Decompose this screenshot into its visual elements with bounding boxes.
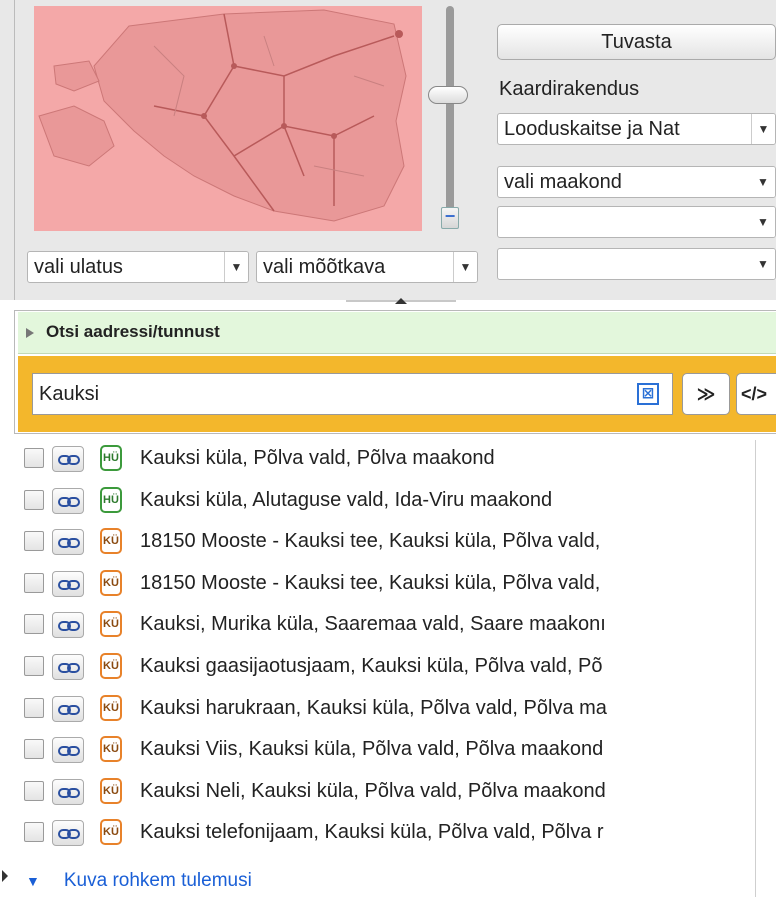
link-icon bbox=[58, 787, 80, 798]
link-button[interactable] bbox=[52, 487, 84, 514]
list-item[interactable]: KÜ 18150 Mooste - Kauksi tee, Kauksi küla… bbox=[18, 525, 758, 563]
result-text[interactable]: Kauksi küla, Põlva vald, Põlva maakond bbox=[140, 447, 495, 470]
feature-type-badge: KÜ bbox=[100, 777, 122, 804]
zoom-slider-track[interactable] bbox=[446, 6, 454, 214]
link-button[interactable] bbox=[52, 529, 84, 556]
result-text[interactable]: 18150 Mooste - Kauksi tee, Kauksi küla, … bbox=[140, 572, 600, 595]
result-text[interactable]: Kauksi Neli, Kauksi küla, Põlva vald, Põ… bbox=[140, 780, 606, 803]
show-more-results-link[interactable]: ▼ Kuva rohkem tulemusi bbox=[26, 870, 252, 892]
chevron-down-icon: ▼ bbox=[751, 167, 775, 197]
zoom-out-button[interactable]: − bbox=[441, 207, 459, 229]
feature-type-badge: KÜ bbox=[100, 611, 122, 638]
result-checkbox[interactable] bbox=[24, 572, 44, 593]
link-button[interactable] bbox=[52, 612, 84, 639]
triangle-down-icon: ▼ bbox=[26, 873, 40, 889]
link-button[interactable] bbox=[52, 737, 84, 764]
feature-type-badge: KÜ bbox=[100, 819, 122, 846]
extra-select-1[interactable]: ▼ bbox=[497, 206, 776, 238]
link-button[interactable] bbox=[52, 778, 84, 805]
chevron-down-icon: ▼ bbox=[224, 252, 248, 282]
result-checkbox[interactable] bbox=[24, 780, 44, 801]
feature-type-badge: HÜ bbox=[100, 445, 122, 471]
scale-select-value: vali mõõtkava bbox=[263, 256, 386, 278]
link-icon bbox=[58, 663, 80, 673]
panel-border bbox=[14, 0, 15, 300]
show-more-results-label: Kuva rohkem tulemusi bbox=[63, 870, 252, 891]
identify-button[interactable]: Tuvasta bbox=[497, 24, 776, 60]
link-icon bbox=[58, 621, 80, 632]
result-text[interactable]: Kauksi Viis, Kauksi küla, Põlva vald, Põ… bbox=[140, 738, 603, 761]
extra-select-2[interactable]: ▼ bbox=[497, 248, 776, 280]
code-embed-button[interactable]: </> bbox=[736, 373, 776, 415]
list-item[interactable]: KÜ Kauksi, Murika küla, Saaremaa vald, Sa… bbox=[18, 608, 758, 646]
result-text[interactable]: Kauksi harukraan, Kauksi küla, Põlva val… bbox=[140, 697, 607, 720]
map-app-select[interactable]: Looduskaitse ja Nat ▼ bbox=[497, 113, 776, 145]
feature-type-badge: KÜ bbox=[100, 694, 122, 721]
search-input[interactable]: Kauksi bbox=[32, 373, 673, 415]
extent-select[interactable]: vali ulatus ▼ bbox=[27, 251, 249, 283]
link-icon bbox=[58, 579, 80, 590]
county-select-value: vali maakond bbox=[504, 171, 622, 193]
resize-handle-icon[interactable] bbox=[2, 868, 8, 884]
feature-type-badge: KÜ bbox=[100, 653, 122, 679]
result-text[interactable]: Kauksi, Murika küla, Saaremaa vald, Saar… bbox=[140, 613, 606, 636]
result-checkbox[interactable] bbox=[24, 614, 44, 635]
collapse-panel-toggle[interactable] bbox=[346, 296, 456, 306]
result-text[interactable]: Kauksi küla, Alutaguse vald, Ida-Viru ma… bbox=[140, 489, 552, 512]
link-icon bbox=[58, 538, 80, 549]
result-checkbox[interactable] bbox=[24, 489, 44, 510]
link-button[interactable] bbox=[52, 695, 84, 722]
result-text[interactable]: Kauksi gaasijaotusjaam, Kauksi küla, Põl… bbox=[140, 655, 602, 678]
feature-type-badge: KÜ bbox=[100, 528, 122, 555]
link-button[interactable] bbox=[52, 446, 84, 472]
feature-type-badge: HÜ bbox=[100, 486, 122, 513]
map-app-select-value: Looduskaitse ja Nat bbox=[504, 118, 680, 140]
feature-type-badge: KÜ bbox=[100, 569, 122, 596]
link-icon bbox=[58, 496, 80, 507]
list-item[interactable]: KÜ 18150 Mooste - Kauksi tee, Kauksi küla… bbox=[18, 567, 758, 605]
list-item[interactable]: KÜ Kauksi Neli, Kauksi küla, Põlva vald, … bbox=[18, 775, 758, 813]
result-checkbox[interactable] bbox=[24, 697, 44, 718]
search-panel-header[interactable]: Otsi aadressi/tunnust bbox=[18, 312, 776, 354]
list-item[interactable]: KÜ Kauksi harukraan, Kauksi küla, Põlva v… bbox=[18, 692, 758, 730]
expand-triangle-icon bbox=[26, 328, 34, 338]
extent-select-value: vali ulatus bbox=[34, 256, 123, 278]
estonia-map-graphic bbox=[38, 9, 407, 222]
list-item[interactable]: HÜ Kauksi küla, Põlva vald, Põlva maakond bbox=[18, 442, 758, 480]
link-icon bbox=[58, 746, 80, 757]
feature-type-badge: KÜ bbox=[100, 736, 122, 763]
result-text[interactable]: Kauksi telefonijaam, Kauksi küla, Põlva … bbox=[140, 821, 604, 844]
result-checkbox[interactable] bbox=[24, 531, 44, 552]
link-icon bbox=[58, 829, 80, 840]
chevron-down-icon: ▼ bbox=[751, 207, 775, 237]
search-results-list: HÜ Kauksi küla, Põlva vald, Põlva maakond… bbox=[18, 440, 756, 897]
list-item[interactable]: HÜ Kauksi küla, Alutaguse vald, Ida-Viru … bbox=[18, 484, 758, 522]
overview-map[interactable] bbox=[34, 6, 422, 231]
list-item[interactable]: KÜ Kauksi gaasijaotusjaam, Kauksi küla, P… bbox=[18, 650, 758, 688]
link-button[interactable] bbox=[52, 570, 84, 597]
chevron-down-icon: ▼ bbox=[751, 249, 775, 279]
map-app-label: Kaardirakendus bbox=[499, 78, 640, 100]
link-button[interactable] bbox=[52, 820, 84, 847]
search-panel-title: Otsi aadressi/tunnust bbox=[46, 322, 220, 341]
list-item[interactable]: KÜ Kauksi telefonijaam, Kauksi küla, Põlv… bbox=[18, 816, 758, 854]
link-icon bbox=[58, 704, 80, 715]
result-checkbox[interactable] bbox=[24, 656, 44, 676]
chevron-down-icon: ▼ bbox=[453, 252, 477, 282]
expand-options-button[interactable]: ≫ bbox=[682, 373, 730, 415]
result-checkbox[interactable] bbox=[24, 822, 44, 843]
scale-select[interactable]: vali mõõtkava ▼ bbox=[256, 251, 478, 283]
chevron-down-icon: ▼ bbox=[751, 114, 775, 144]
clear-search-icon[interactable]: ⊠ bbox=[637, 383, 659, 405]
list-item[interactable]: KÜ Kauksi Viis, Kauksi küla, Põlva vald, … bbox=[18, 733, 758, 771]
result-text[interactable]: 18150 Mooste - Kauksi tee, Kauksi küla, … bbox=[140, 530, 600, 553]
result-checkbox[interactable] bbox=[24, 739, 44, 760]
link-button[interactable] bbox=[52, 654, 84, 680]
county-select[interactable]: vali maakond ▼ bbox=[497, 166, 776, 198]
result-checkbox[interactable] bbox=[24, 448, 44, 468]
map-panel: − Tuvasta Kaardirakendus Looduskaitse ja… bbox=[0, 0, 776, 300]
link-icon bbox=[58, 455, 80, 465]
zoom-slider-handle[interactable] bbox=[428, 86, 468, 104]
